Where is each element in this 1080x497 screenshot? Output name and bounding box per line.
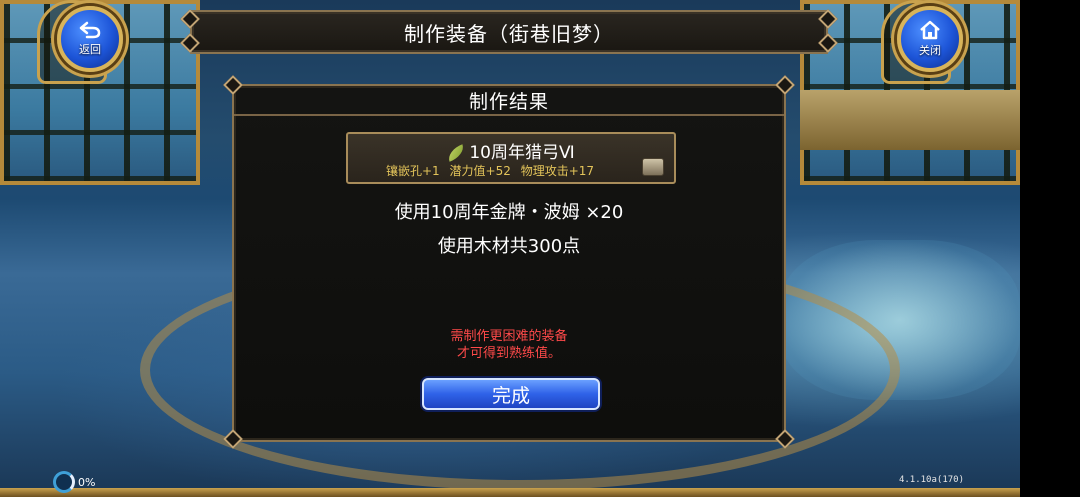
screen-edge [1020, 0, 1080, 497]
back-button-label: 返回 [79, 43, 101, 56]
close-button-label: 关闭 [919, 44, 941, 57]
medal-cost-text: 使用10周年金牌・波姆 ×20 [394, 202, 624, 223]
item-name-row: 10周年猎弓Ⅵ [348, 138, 674, 163]
back-button[interactable]: 返回 [57, 6, 123, 72]
panel-header: 制作结果 [234, 86, 784, 116]
panel-header-text: 制作结果 [468, 90, 549, 113]
craft-result-panel: 制作结果 10周年猎弓Ⅵ 镶嵌孔+1 潜力值+52 物理攻击+17 使用10周年… [232, 84, 786, 442]
crafted-item-card[interactable]: 10周年猎弓Ⅵ 镶嵌孔+1 潜力值+52 物理攻击+17 [346, 132, 676, 184]
back-arrow-icon [79, 21, 101, 39]
curtain [800, 90, 1020, 150]
item-stat: 潜力值+52 [449, 164, 511, 178]
item-name: 10周年猎弓Ⅵ [469, 143, 575, 163]
item-stats: 镶嵌孔+1 潜力值+52 物理攻击+17 [386, 162, 600, 179]
warning-line: 才可得到熟练值。 [456, 346, 561, 361]
item-stat: 物理攻击+17 [520, 164, 595, 178]
title-bar: 制作装备（街巷旧梦） [190, 10, 828, 54]
item-stat: 镶嵌孔+1 [386, 164, 440, 178]
chest-icon [642, 158, 664, 176]
wood-cost-text: 使用木材共300点 [437, 236, 581, 257]
loading-indicator: 0% [53, 471, 95, 493]
proficiency-warning: 需制作更困难的装备 才可得到熟练值。 [234, 328, 784, 362]
page-title: 制作装备（街巷旧梦） [404, 21, 614, 46]
warning-line: 需制作更困难的装备 [450, 329, 568, 344]
home-icon [920, 20, 940, 40]
done-button[interactable]: 完成 [422, 378, 600, 410]
loading-percent: 0% [78, 475, 96, 489]
close-button[interactable]: 关闭 [897, 6, 963, 72]
leaf-icon [445, 144, 467, 162]
bottom-frame-bar [0, 488, 1020, 497]
loading-spinner-icon [53, 471, 75, 493]
version-label: 4.1.10a(170) [898, 475, 964, 485]
